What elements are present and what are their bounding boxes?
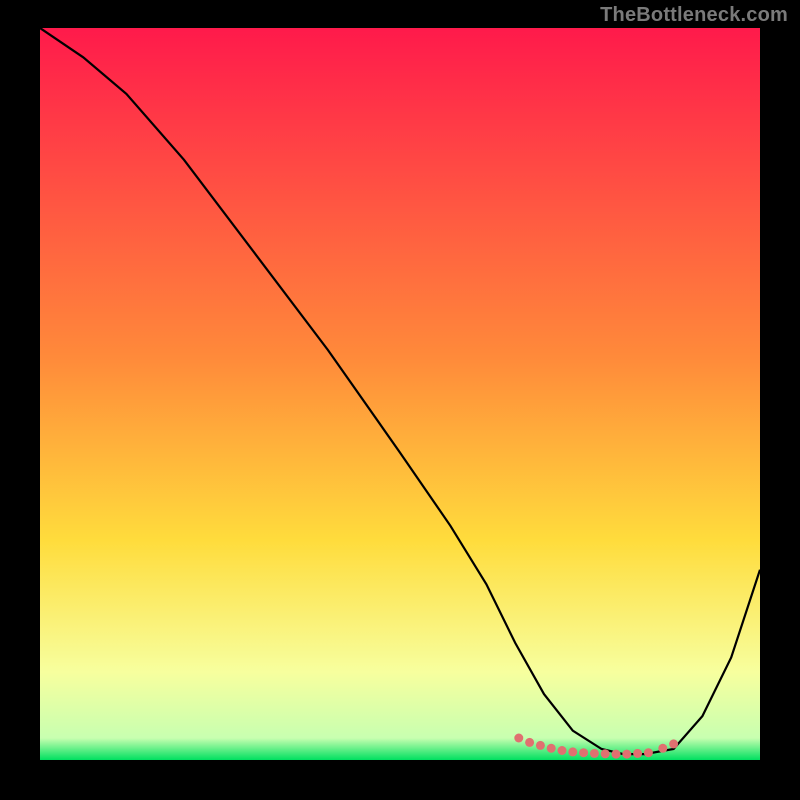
chart-plot-area [40,28,760,760]
chart-svg [40,28,760,760]
dot-point [601,749,610,758]
dot-point [590,749,599,758]
dot-point [622,750,631,759]
dot-point [514,734,523,743]
dot-point [568,747,577,756]
dot-point [558,746,567,755]
dot-point [644,748,653,757]
chart-background [40,28,760,760]
dot-point [525,738,534,747]
watermark-text: TheBottleneck.com [600,4,788,27]
chart-frame: TheBottleneck.com [0,0,800,800]
dot-point [536,741,545,750]
dot-point [612,750,621,759]
dot-point [633,749,642,758]
dot-point [658,744,667,753]
dot-point [579,748,588,757]
dot-point [669,739,678,748]
dot-point [547,744,556,753]
